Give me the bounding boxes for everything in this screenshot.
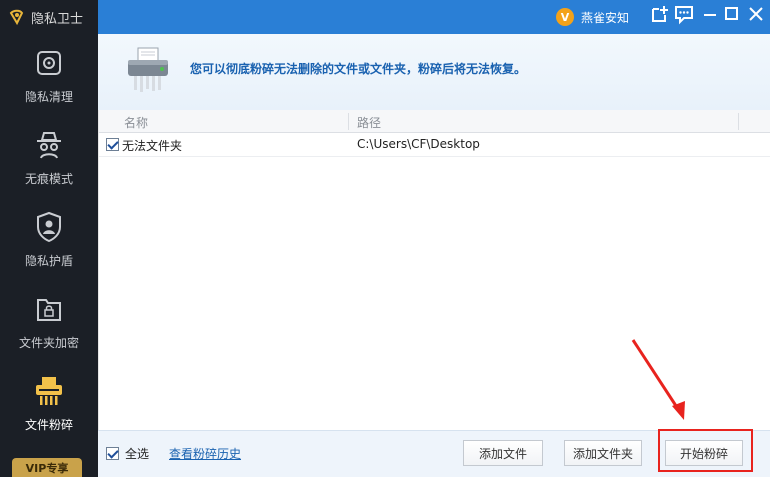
shred-history-link[interactable]: 查看粉碎历史 [169,445,241,462]
sidebar: 隐私卫士 隐私清理 无痕模式 隐私护盾 文件夹加密 文件粉碎 VIP专享 [0,0,98,477]
row-checkbox[interactable] [106,138,119,151]
add-folder-button[interactable]: 添加文件夹 [564,440,642,466]
sidebar-item-file-shredder[interactable]: 文件粉碎 [0,362,98,444]
annotation-arrow-icon [631,339,685,420]
select-all-checkbox[interactable] [106,447,119,460]
sidebar-item-shield[interactable]: 隐私护盾 [0,198,98,280]
app-logo-icon [9,9,24,26]
row-name: 无法文件夹 [122,139,183,153]
vip-badge[interactable]: VIP专享 [12,458,82,477]
add-file-button[interactable]: 添加文件 [463,440,543,466]
table-row[interactable]: 无法文件夹 C:\Users\CF\Desktop [99,133,770,157]
feedback-icon[interactable] [673,3,695,25]
annotation-highlight-box [658,429,753,472]
spy-incognito-icon [37,131,61,158]
shield-user-icon [37,211,61,242]
table-header: 名称 路径 [99,110,770,133]
sidebar-item-label: 隐私护盾 [24,253,73,268]
sidebar-item-incognito[interactable]: 无痕模式 [0,116,98,198]
user-account[interactable]: V 燕雀安知 [556,4,629,30]
new-window-icon[interactable] [649,3,671,25]
column-header-name[interactable]: 名称 [124,114,148,131]
column-divider[interactable] [348,113,349,130]
title-bar: V 燕雀安知 [98,0,770,34]
banner-message: 您可以彻底粉碎无法删除的文件或文件夹，粉碎后将无法恢复。 [190,62,527,76]
user-name: 燕雀安知 [581,10,630,25]
column-divider[interactable] [738,113,739,130]
folder-lock-icon [37,298,61,321]
info-banner: 您可以彻底粉碎无法删除的文件或文件夹，粉碎后将无法恢复。 [98,34,770,110]
app-title: 隐私卫士 [31,11,84,27]
select-all-label: 全选 [125,447,150,461]
shredder-illustration-icon [128,47,168,92]
sidebar-item-label: 文件夹加密 [18,335,79,350]
close-icon[interactable] [745,3,767,25]
sidebar-item-label: 文件粉碎 [24,417,73,432]
sidebar-item-label: 隐私清理 [24,89,73,104]
app-title-bar: 隐私卫士 [0,0,98,34]
column-header-path[interactable]: 路径 [357,114,381,131]
maximize-icon[interactable] [721,3,743,25]
sidebar-item-privacy-clean[interactable]: 隐私清理 [0,34,98,116]
select-all-control[interactable]: 全选 [106,445,149,462]
privacy-clean-icon [37,50,61,75]
sidebar-item-folder-encrypt[interactable]: 文件夹加密 [0,280,98,362]
shredder-icon [36,376,62,405]
minimize-icon[interactable] [699,3,721,25]
avatar: V [556,8,574,26]
sidebar-item-label: 无痕模式 [24,171,73,186]
row-path: C:\Users\CF\Desktop [357,137,480,151]
